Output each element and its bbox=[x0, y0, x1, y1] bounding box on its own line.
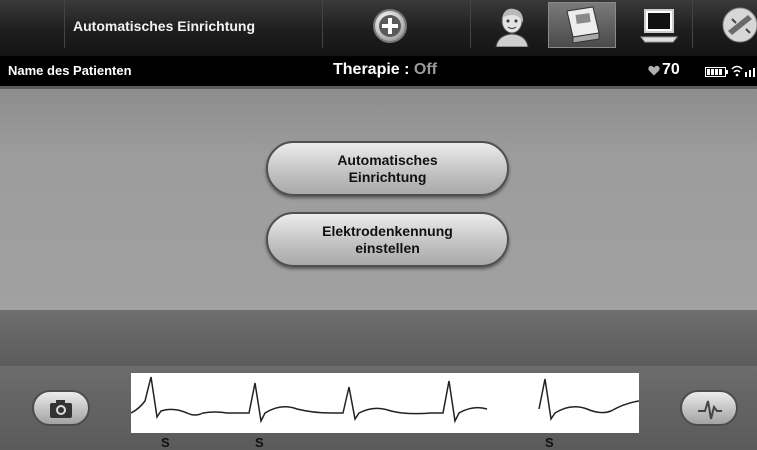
signal-icon bbox=[745, 68, 755, 77]
heart-icon bbox=[648, 65, 660, 76]
message-band bbox=[0, 310, 757, 366]
camera-icon bbox=[50, 400, 72, 418]
patient-name-label: Name des Patienten bbox=[8, 63, 132, 78]
plus-icon bbox=[379, 15, 401, 37]
set-lead-id-button[interactable]: Elektrodenkennung einstellen bbox=[266, 212, 509, 267]
toolbar-divider bbox=[322, 0, 323, 48]
programmer-button[interactable] bbox=[548, 2, 616, 48]
beat-marker: S bbox=[255, 435, 264, 450]
monitor-icon bbox=[639, 9, 679, 43]
add-button[interactable] bbox=[373, 9, 407, 43]
status-bar: Name des Patienten Therapie : Off 70 bbox=[0, 56, 757, 86]
therapy-label: Therapie : bbox=[333, 61, 414, 78]
wand-icon bbox=[722, 7, 757, 43]
monitor-button[interactable] bbox=[637, 5, 681, 47]
automatic-setup-button[interactable]: Automatisches Einrichtung bbox=[266, 141, 509, 196]
ecg-panel: S S S bbox=[0, 366, 757, 450]
wireless-icon bbox=[731, 65, 743, 77]
ecg-strip bbox=[131, 373, 639, 433]
therapy-status: Therapie : Off bbox=[333, 61, 437, 79]
patient-button[interactable] bbox=[490, 5, 534, 48]
snapshot-button[interactable] bbox=[32, 390, 90, 426]
heart-rate-value: 70 bbox=[662, 61, 680, 78]
toolbar-divider bbox=[692, 0, 693, 48]
rhythm-button[interactable] bbox=[680, 390, 738, 426]
top-toolbar: Automatisches Einrichtung bbox=[0, 0, 757, 56]
main-panel: Automatisches Einrichtung Elektrodenkenn… bbox=[0, 86, 757, 310]
screen-title: Automatisches Einrichtung bbox=[73, 18, 256, 34]
toolbar-divider bbox=[64, 0, 65, 48]
beat-marker: S bbox=[545, 435, 554, 450]
beat-marker: S bbox=[161, 435, 170, 450]
ecg-waveform-icon bbox=[698, 400, 722, 420]
toolbar-divider bbox=[470, 0, 471, 48]
programmer-icon bbox=[566, 6, 600, 44]
battery-icon bbox=[705, 67, 728, 77]
wand-button[interactable] bbox=[718, 5, 757, 47]
patient-icon bbox=[495, 8, 529, 48]
therapy-value: Off bbox=[413, 61, 438, 78]
ecg-trace bbox=[131, 376, 639, 424]
